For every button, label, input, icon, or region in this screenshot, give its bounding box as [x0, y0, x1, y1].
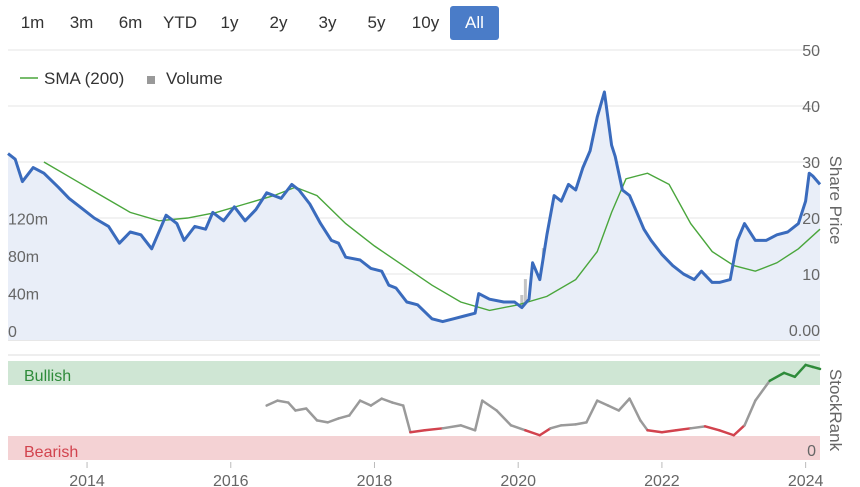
stockrank-segment [286, 401, 297, 412]
stock-chart: Bullish Bearish SMA (200) Volume 50 40 30 2… [7, 43, 845, 487]
volume-tick-label: 80m [8, 249, 39, 266]
rank-tick-label: 0 [807, 443, 816, 460]
legend-sma-label: SMA (200) [44, 69, 124, 88]
stockrank-segment [743, 399, 757, 427]
legend-volume-label: Volume [166, 69, 223, 88]
stockrank-segment [549, 424, 563, 430]
stockrank-segment [441, 424, 462, 430]
stockrank-segment [304, 407, 319, 422]
rank-axis-title: StockRank [826, 369, 845, 452]
stockrank-segment [380, 397, 394, 404]
bearish-label: Bearish [24, 444, 78, 461]
price-tick-label: 30 [802, 155, 820, 172]
rank-axis-ticks: 0 [807, 443, 816, 460]
stockrank-segment [401, 404, 412, 434]
stockrank-segment [337, 414, 351, 420]
x-tick-label: 2020 [500, 473, 536, 487]
volume-tick-label: 0 [8, 324, 17, 341]
stockrank-segment [660, 429, 678, 434]
bullish-label: Bullish [24, 368, 71, 385]
stockrank-segment [409, 429, 427, 434]
stockrank-segment [391, 401, 405, 407]
x-axis-ticks: 2014 2016 2018 2020 2022 2024 [69, 462, 824, 487]
legend-volume-swatch [147, 76, 155, 84]
stockrank-segment [294, 407, 308, 412]
bearish-band [8, 436, 820, 460]
stockrank-segment [369, 397, 383, 407]
stockrank-segment [315, 419, 330, 424]
x-tick-label: 2022 [644, 473, 680, 487]
stockrank-segment [617, 397, 631, 412]
volume-tick-label: 120m [8, 212, 48, 229]
price-tick-label: 20 [802, 211, 820, 228]
stockrank-segment [509, 424, 527, 432]
stockrank-segment [265, 399, 279, 407]
price-tick-label: 50 [802, 43, 820, 60]
stockrank-segment [675, 427, 692, 432]
stockrank-segment [560, 423, 577, 427]
price-tick-label: 40 [802, 99, 820, 116]
stockrank-segment [326, 417, 340, 424]
price-tick-label: 10 [802, 267, 820, 284]
bullish-band [8, 361, 820, 385]
stockrank-segment [481, 399, 498, 412]
stockrank-segment [689, 425, 707, 430]
legend: SMA (200) Volume [20, 69, 223, 88]
x-tick-label: 2014 [69, 473, 105, 487]
stockrank-segment [276, 399, 290, 404]
x-tick-label: 2016 [213, 473, 249, 487]
stockrank-segment [585, 399, 599, 424]
price-tick-label: 0.00 [789, 323, 820, 340]
stockrank-segment [459, 424, 477, 432]
stockrank-segment [574, 421, 588, 426]
stockrank-segment [348, 399, 362, 417]
stockrank-segment [358, 399, 373, 407]
volume-tick-label: 40m [8, 287, 39, 304]
stockrank-segment [718, 429, 736, 437]
stockrank-segment [628, 397, 642, 422]
x-tick-label: 2024 [788, 473, 824, 487]
stockrank-segment [473, 399, 484, 432]
stockrank-segment [703, 425, 721, 432]
stockrank-segment [423, 427, 444, 432]
stockrank-segment [639, 419, 649, 432]
price-axis-title: Share Price [826, 156, 845, 245]
stockrank-segment [732, 424, 746, 437]
stockrank-segment [646, 429, 664, 434]
stockrank-segment [606, 404, 621, 412]
x-tick-label: 2018 [357, 473, 393, 487]
stockrank-segment [595, 399, 610, 407]
stockrank-segment [538, 427, 552, 437]
stockrank-segment [495, 409, 513, 427]
stockrank-segment [524, 429, 542, 437]
